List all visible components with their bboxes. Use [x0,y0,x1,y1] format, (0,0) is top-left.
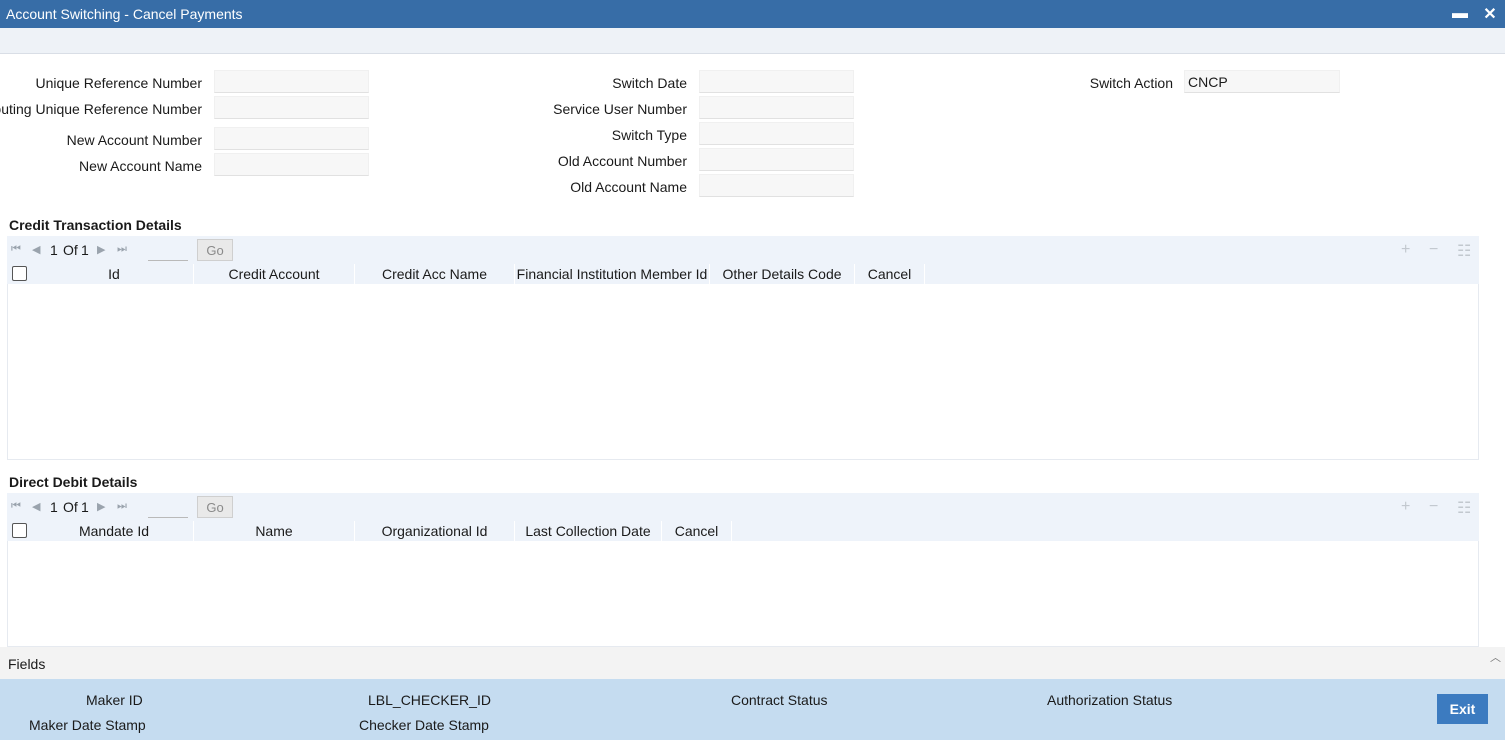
first-page-icon[interactable]: ⏮ [11,243,21,256]
debit-section-title: Direct Debit Details [9,474,138,490]
switch-action-field[interactable] [1184,70,1340,93]
authorization-status-label: Authorization Status [1047,692,1173,708]
chevron-up-icon[interactable]: ︿ [1490,649,1501,665]
debit-grid-header: Mandate Id Name Organizational Id Last C… [7,521,1479,541]
maker-id-label: Maker ID [86,692,143,708]
column-header-credit-acc-name[interactable]: Credit Acc Name [355,264,515,284]
add-row-icon[interactable]: + [1401,241,1410,259]
service-user-number-label: Service User Number [553,101,687,117]
audit-bar: Maker ID LBL_CHECKER_ID Contract Status … [0,679,1505,740]
old-account-name-label: Old Account Name [570,179,687,195]
next-page-icon[interactable]: ▶ [97,500,105,513]
window-title: Account Switching - Cancel Payments [6,6,243,22]
switch-type-field[interactable] [699,122,854,145]
toolbar-strip [0,28,1505,54]
close-icon[interactable]: ✕ [1475,4,1505,24]
credit-section-title: Credit Transaction Details [9,217,182,233]
routing-unique-reference-number-label: Routing Unique Reference Number [0,101,202,117]
credit-grid-header: Id Credit Account Credit Acc Name Financ… [7,264,1479,284]
column-header-name[interactable]: Name [194,521,355,541]
first-page-icon[interactable]: ⏮ [11,500,21,513]
select-all-checkbox[interactable] [12,266,27,281]
maker-date-stamp-label: Maker Date Stamp [29,717,146,733]
column-header-last-collection-date[interactable]: Last Collection Date [515,521,662,541]
old-account-number-field[interactable] [699,148,854,171]
current-page: 1 [50,499,58,515]
minimize-icon[interactable]: ▬ [1445,5,1475,23]
service-user-number-field[interactable] [699,96,854,119]
last-page-icon[interactable]: ⏭ [117,500,127,513]
checker-id-label: LBL_CHECKER_ID [368,692,491,708]
unique-reference-number-label: Unique Reference Number [35,75,202,91]
previous-page-icon[interactable]: ◀ [32,243,40,256]
last-page-icon[interactable]: ⏭ [117,243,127,256]
page-of-label: Of [63,499,78,515]
switch-date-label: Switch Date [612,75,687,91]
new-account-name-label: New Account Name [79,158,202,174]
fields-label: Fields [8,656,46,672]
checker-date-stamp-label: Checker Date Stamp [359,717,489,733]
debit-grid-toolbar: ⏮ ◀ 1 Of 1 ▶ ⏭ Go + − ☷ [7,493,1479,521]
column-header-financial-institution-member-id[interactable]: Financial Institution Member Id [515,264,710,284]
column-header-organizational-id[interactable]: Organizational Id [355,521,515,541]
old-account-name-field[interactable] [699,174,854,197]
column-header-credit-account[interactable]: Credit Account [194,264,355,284]
column-header-cancel[interactable]: Cancel [662,521,732,541]
columns-icon[interactable]: ☷ [1457,241,1471,261]
switch-date-field[interactable] [699,70,854,93]
column-header-id[interactable]: Id [35,264,194,284]
debit-grid-body [7,541,1479,647]
credit-grid-body [7,284,1479,460]
page-of-label: Of [63,242,78,258]
new-account-name-field[interactable] [214,153,369,176]
switch-type-label: Switch Type [611,127,687,143]
new-account-number-field[interactable] [214,127,369,150]
column-header-other-details-code[interactable]: Other Details Code [710,264,855,284]
routing-unique-reference-number-field[interactable] [214,96,369,119]
go-button[interactable]: Go [197,239,233,261]
select-all-checkbox[interactable] [12,523,27,538]
exit-button[interactable]: Exit [1437,694,1488,724]
next-page-icon[interactable]: ▶ [97,243,105,256]
unique-reference-number-field[interactable] [214,70,369,93]
column-header-cancel[interactable]: Cancel [855,264,925,284]
goto-page-input[interactable] [148,241,188,261]
goto-page-input[interactable] [148,498,188,518]
column-header-mandate-id[interactable]: Mandate Id [35,521,194,541]
delete-row-icon[interactable]: − [1429,241,1438,259]
current-page: 1 [50,242,58,258]
add-row-icon[interactable]: + [1401,498,1410,516]
old-account-number-label: Old Account Number [557,153,687,169]
go-button[interactable]: Go [197,496,233,518]
columns-icon[interactable]: ☷ [1457,498,1471,518]
new-account-number-label: New Account Number [66,132,202,148]
previous-page-icon[interactable]: ◀ [32,500,40,513]
total-pages: 1 [81,499,89,515]
fields-bar[interactable]: Fields ︿ [0,647,1505,679]
total-pages: 1 [81,242,89,258]
delete-row-icon[interactable]: − [1429,498,1438,516]
contract-status-label: Contract Status [731,692,828,708]
credit-grid-toolbar: ⏮ ◀ 1 Of 1 ▶ ⏭ Go + − ☷ [7,236,1479,264]
switch-action-label: Switch Action [1089,75,1173,91]
title-bar: Account Switching - Cancel Payments ▬ ✕ [0,0,1505,28]
